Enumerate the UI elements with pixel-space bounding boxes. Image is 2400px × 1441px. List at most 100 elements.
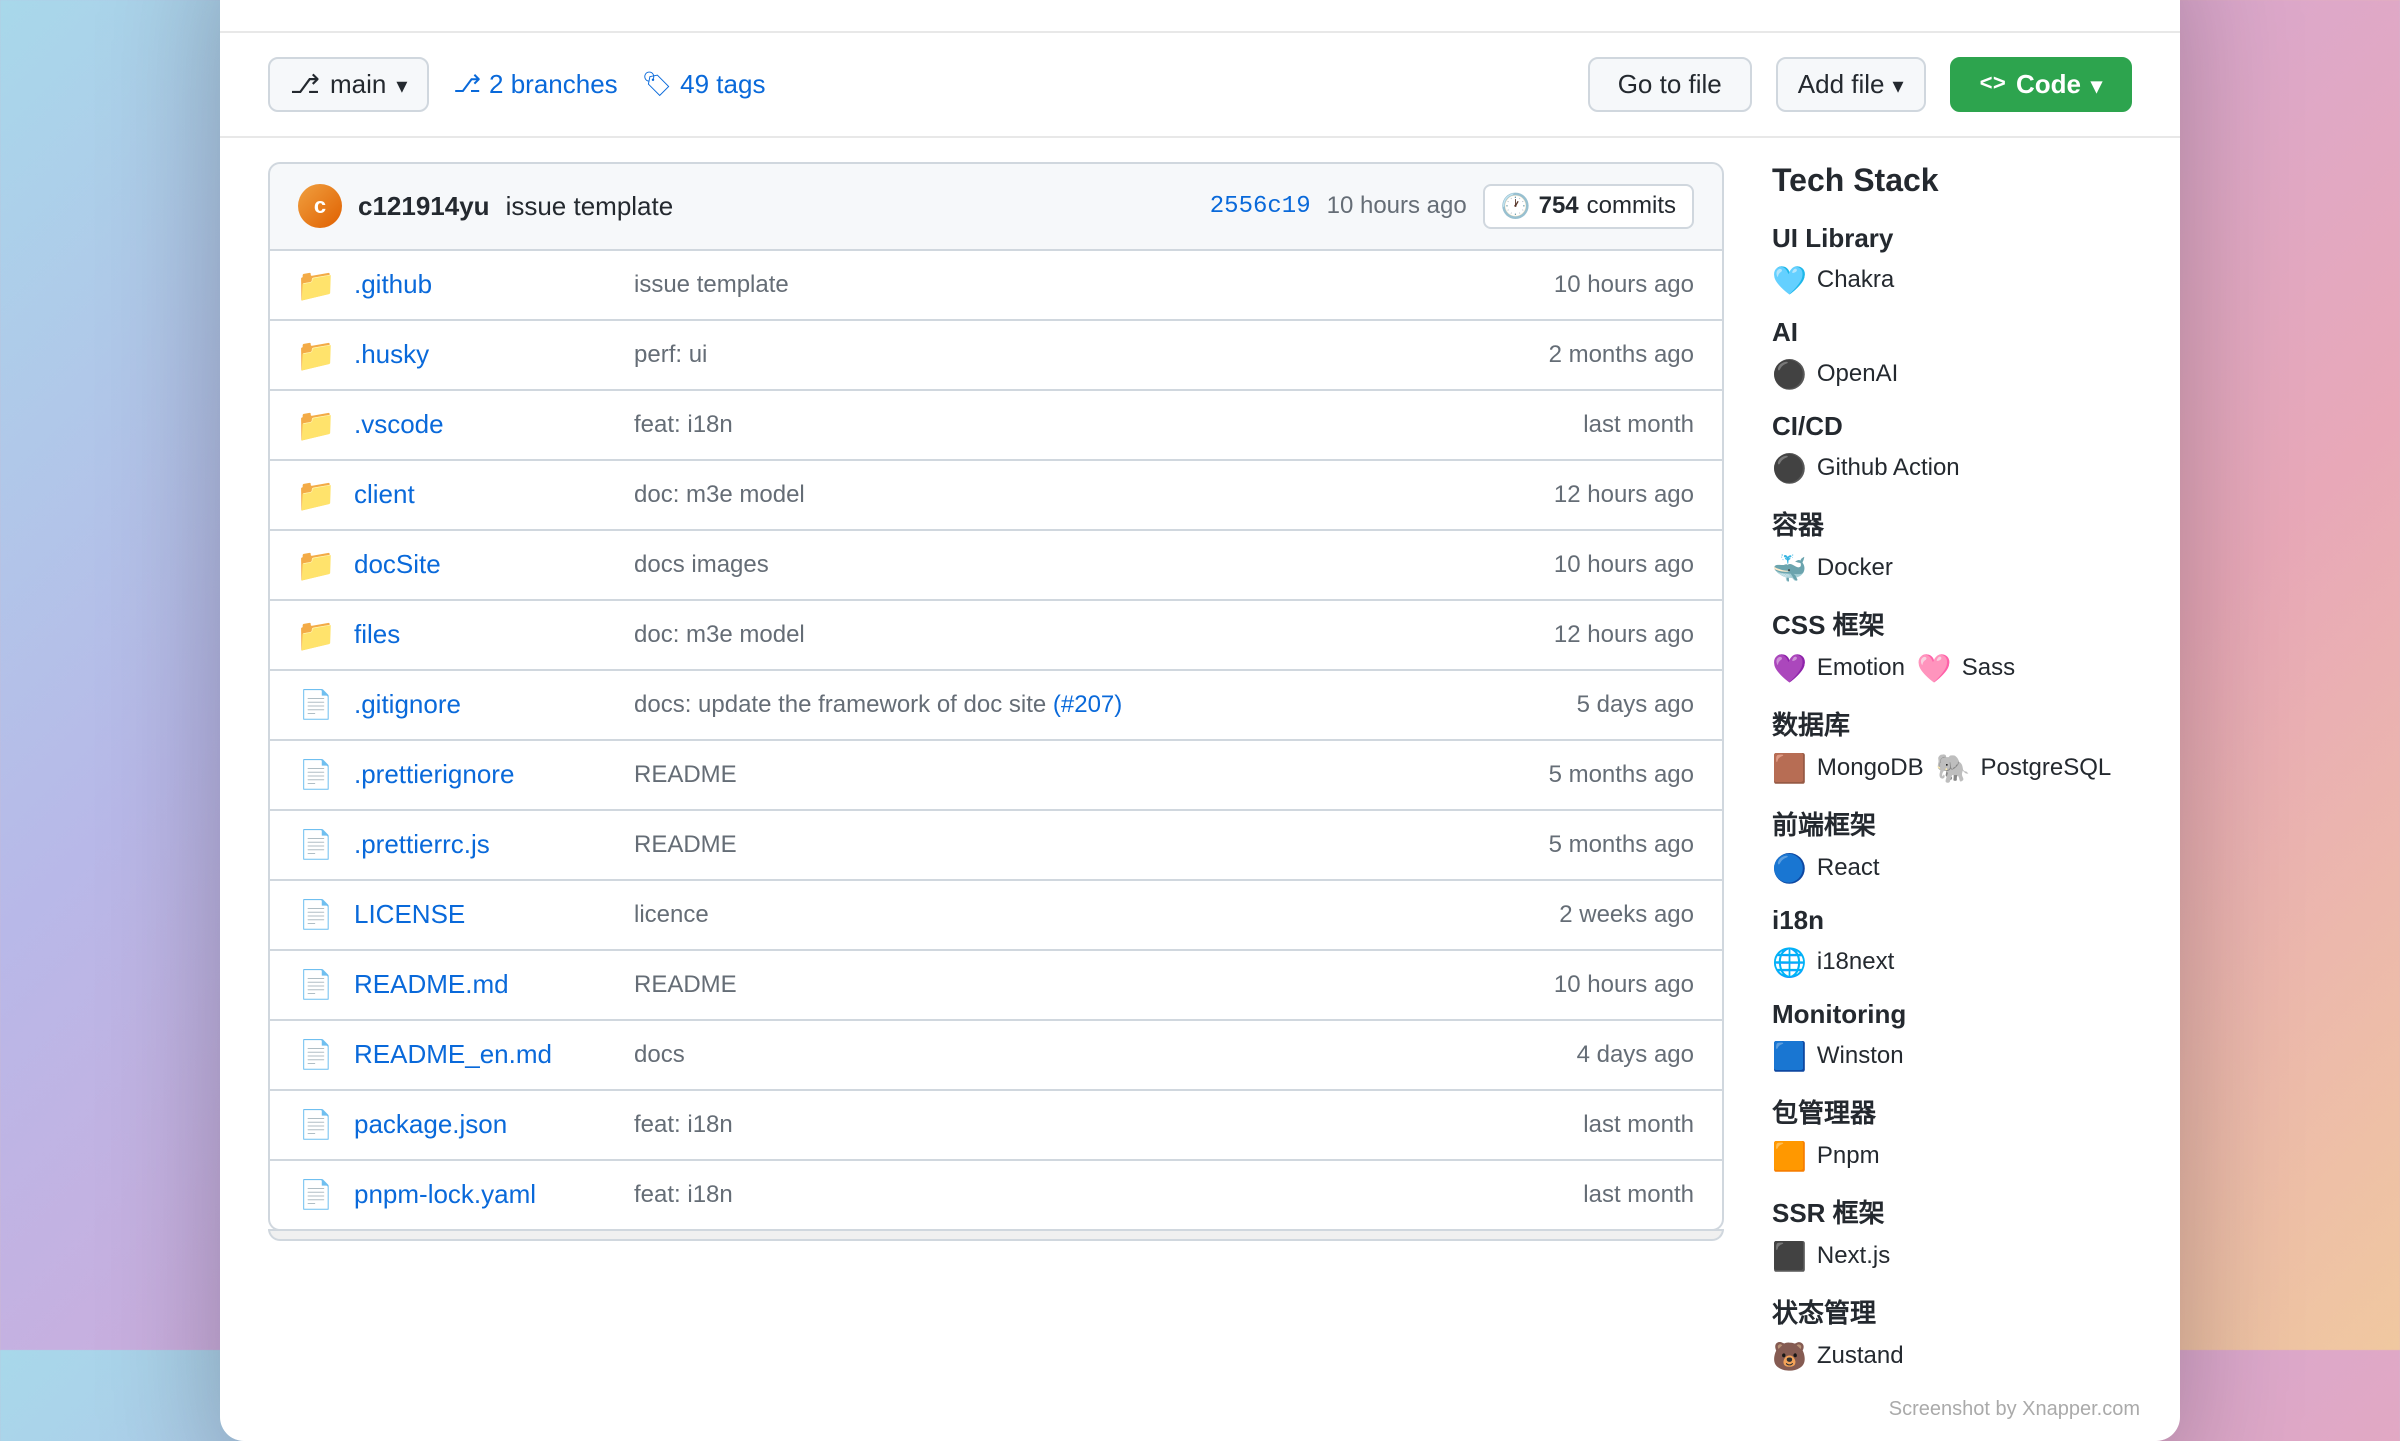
tech-name: Sass	[1962, 654, 2015, 682]
tech-item[interactable]: 🐘PostgreSQL	[1936, 752, 2112, 785]
tech-section-title: 状态管理	[1772, 1293, 2132, 1330]
table-row[interactable]: 📁 .github issue template 10 hours ago	[268, 251, 1724, 321]
file-commit: perf: ui	[634, 341, 1454, 369]
tech-item[interactable]: 🟫MongoDB	[1772, 752, 1924, 785]
tech-section: Monitoring🟦Winston	[1772, 999, 2132, 1073]
tech-section: CI/CD⚫Github Action	[1772, 411, 2132, 485]
file-icon: 📄	[298, 897, 334, 933]
tech-name: Emotion	[1817, 654, 1905, 682]
file-commit: feat: i18n	[634, 1181, 1454, 1209]
table-row[interactable]: 📄 README_en.md docs 4 days ago	[268, 1021, 1724, 1091]
branch-selector[interactable]: ⎇ main	[268, 57, 429, 112]
table-row[interactable]: 📄 package.json feat: i18n last month	[268, 1091, 1724, 1161]
tech-items: 🔵React	[1772, 852, 2132, 885]
tech-items: 🟫MongoDB 🐘PostgreSQL	[1772, 752, 2132, 785]
file-time: 10 hours ago	[1474, 971, 1694, 999]
folder-icon: 📁	[298, 407, 334, 443]
table-row[interactable]: 📄 .gitignore docs: update the framework …	[268, 671, 1724, 741]
table-row[interactable]: 📁 .husky perf: ui 2 months ago	[268, 321, 1724, 391]
go-to-file-button[interactable]: Go to file	[1588, 57, 1752, 112]
file-time: 5 months ago	[1474, 761, 1694, 789]
tech-item[interactable]: ⚫Github Action	[1772, 452, 1960, 485]
file-name[interactable]: LICENSE	[354, 899, 614, 930]
branches-link[interactable]: ⎇ 2 branches	[453, 69, 617, 100]
tags-link[interactable]: 🏷 49 tags	[642, 69, 766, 100]
table-row[interactable]: 📄 .prettierrc.js README 5 months ago	[268, 811, 1724, 881]
tech-item[interactable]: 🟧Pnpm	[1772, 1140, 1880, 1173]
file-name[interactable]: client	[354, 479, 614, 510]
branch-name: main	[330, 69, 386, 100]
add-file-main[interactable]: Add file	[1778, 59, 1924, 110]
tech-section: CSS 框架💜Emotion🩷Sass	[1772, 605, 2132, 685]
tech-item[interactable]: 🔵React	[1772, 852, 1880, 885]
file-name[interactable]: pnpm-lock.yaml	[354, 1179, 614, 1210]
tech-item[interactable]: 🟦Winston	[1772, 1040, 1904, 1073]
tech-section: 数据库🟫MongoDB🐘PostgreSQL	[1772, 705, 2132, 785]
file-name[interactable]: package.json	[354, 1109, 614, 1140]
tech-items: 🌐i18next	[1772, 946, 2132, 979]
code-chevron-icon	[2091, 69, 2102, 100]
file-time: 5 days ago	[1474, 691, 1694, 719]
commit-time: 10 hours ago	[1327, 192, 1467, 220]
file-time: 10 hours ago	[1474, 551, 1694, 579]
tech-emoji: 🐳	[1772, 552, 1807, 585]
code-button[interactable]: <> Code	[1950, 57, 2132, 112]
folder-icon: 📁	[298, 337, 334, 373]
table-row[interactable]: 📄 README.md README 10 hours ago	[268, 951, 1724, 1021]
tech-item[interactable]: 🩵Chakra	[1772, 264, 1894, 297]
file-rows: 📁 .github issue template 10 hours ago 📁 …	[268, 251, 1724, 1231]
commit-user[interactable]: c121914yu	[358, 191, 490, 222]
file-icon: 📄	[298, 827, 334, 863]
add-file-button[interactable]: Add file	[1776, 57, 1926, 112]
commit-bar: c c121914yu issue template 2556c19 10 ho…	[268, 162, 1724, 251]
file-icon: 📄	[298, 687, 334, 723]
file-time: last month	[1474, 1181, 1694, 1209]
tech-emoji: 🩵	[1772, 264, 1807, 297]
file-commit: licence	[634, 901, 1454, 929]
table-row[interactable]: 📁 docSite docs images 10 hours ago	[268, 531, 1724, 601]
file-name[interactable]: .gitignore	[354, 689, 614, 720]
file-commit: README	[634, 831, 1454, 859]
file-name[interactable]: files	[354, 619, 614, 650]
file-name[interactable]: .github	[354, 269, 614, 300]
tech-emoji: 🩷	[1917, 652, 1952, 685]
tech-emoji: 🌐	[1772, 946, 1807, 979]
file-time: 2 months ago	[1474, 341, 1694, 369]
commit-count[interactable]: 🕐 754 commits	[1483, 184, 1694, 229]
file-name[interactable]: .vscode	[354, 409, 614, 440]
tech-item[interactable]: 🩷 Sass	[1917, 652, 2015, 685]
table-row[interactable]: 📄 LICENSE licence 2 weeks ago	[268, 881, 1724, 951]
file-name[interactable]: README_en.md	[354, 1039, 614, 1070]
table-row[interactable]: 📄 pnpm-lock.yaml feat: i18n last month	[268, 1161, 1724, 1231]
file-name[interactable]: .prettierignore	[354, 759, 614, 790]
tech-emoji: ⚫	[1772, 358, 1807, 391]
header: FastGPT Public Watch 30 ⑂ Fork 7	[220, 0, 2180, 33]
file-name[interactable]: .prettierrc.js	[354, 829, 614, 860]
tech-items: ⬛Next.js	[1772, 1240, 2132, 1273]
tech-item[interactable]: 🐻Zustand	[1772, 1340, 1904, 1373]
file-name[interactable]: docSite	[354, 549, 614, 580]
file-name[interactable]: README.md	[354, 969, 614, 1000]
tech-section-title: AI	[1772, 317, 2132, 348]
tech-name: Pnpm	[1817, 1142, 1880, 1170]
tech-item[interactable]: ⚫OpenAI	[1772, 358, 1898, 391]
tech-emoji: ⚫	[1772, 452, 1807, 485]
file-name[interactable]: .husky	[354, 339, 614, 370]
commit-sha[interactable]: 2556c19	[1210, 193, 1311, 220]
tech-item[interactable]: 💜Emotion	[1772, 652, 1905, 685]
table-row[interactable]: 📄 .prettierignore README 5 months ago	[268, 741, 1724, 811]
tech-item[interactable]: 🐳Docker	[1772, 552, 1893, 585]
table-row[interactable]: 📁 client doc: m3e model 12 hours ago	[268, 461, 1724, 531]
tech-section: i18n🌐i18next	[1772, 905, 2132, 979]
branch-icon: ⎇	[290, 69, 320, 100]
commit-link[interactable]: (#207)	[1053, 691, 1122, 718]
file-commit: feat: i18n	[634, 1111, 1454, 1139]
tech-section: 容器🐳Docker	[1772, 505, 2132, 585]
tech-item[interactable]: ⬛Next.js	[1772, 1240, 1890, 1273]
file-time: 12 hours ago	[1474, 481, 1694, 509]
table-row[interactable]: 📁 files doc: m3e model 12 hours ago	[268, 601, 1724, 671]
tech-item[interactable]: 🌐i18next	[1772, 946, 1894, 979]
table-row[interactable]: 📁 .vscode feat: i18n last month	[268, 391, 1724, 461]
file-commit: issue template	[634, 271, 1454, 299]
tech-name: Winston	[1817, 1042, 1904, 1070]
